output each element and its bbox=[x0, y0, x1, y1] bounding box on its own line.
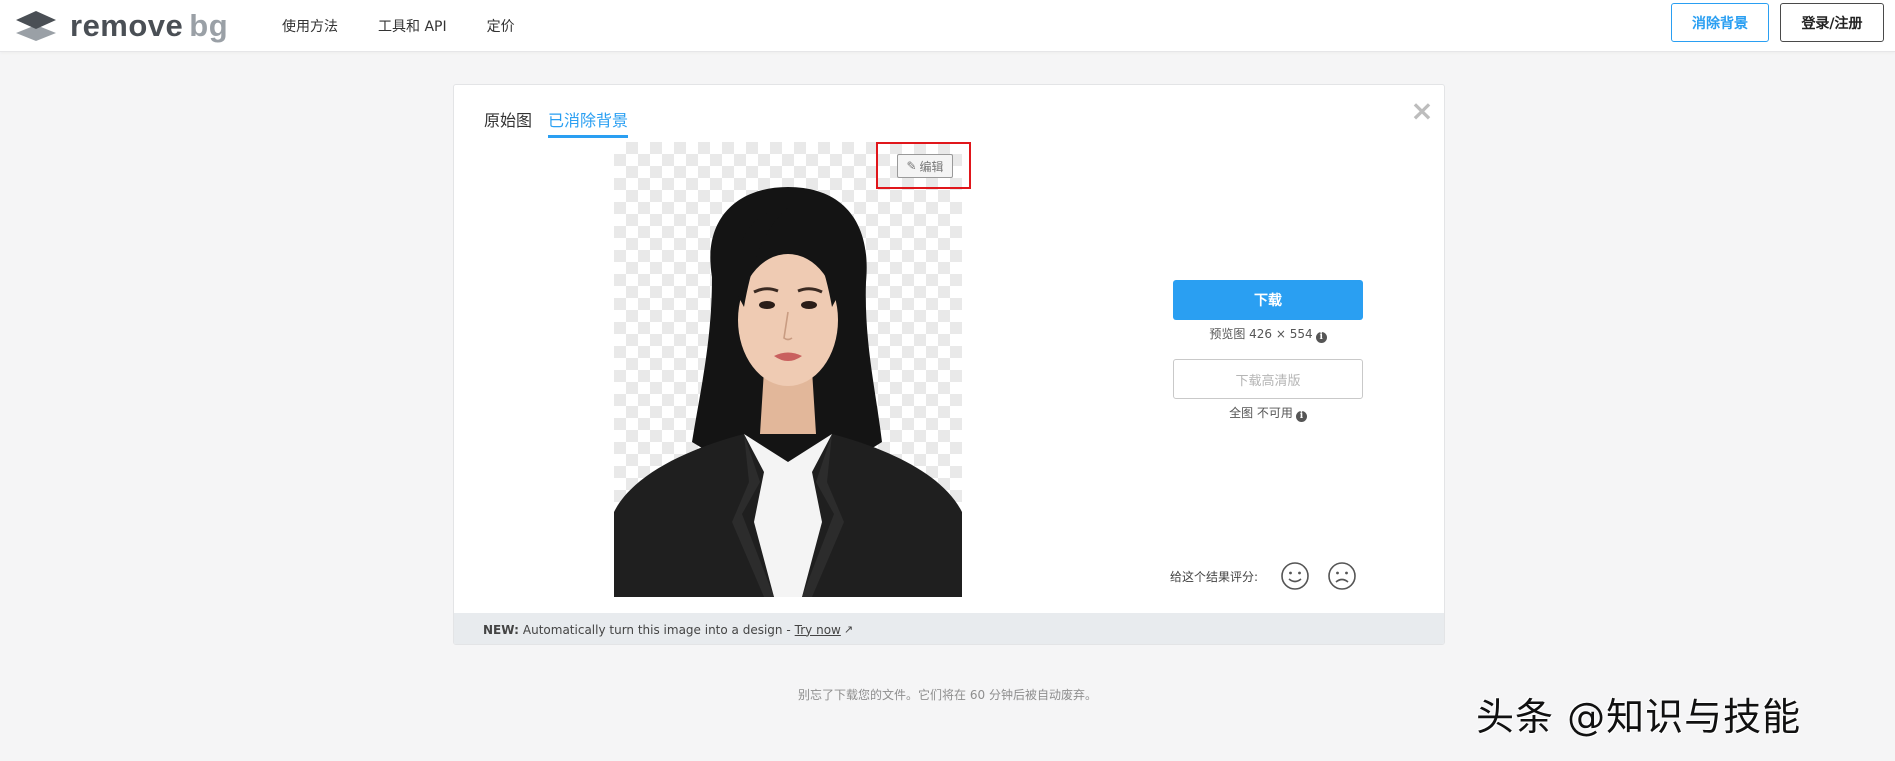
logo[interactable]: remove bg bbox=[14, 8, 228, 44]
design-promo-bar: NEW: Automatically turn this image into … bbox=[454, 613, 1444, 644]
top-header: remove bg 使用方法 工具和 API 定价 消除背景 登录/注册 bbox=[0, 0, 1895, 52]
rating-label: 给这个结果评分: bbox=[1170, 570, 1259, 584]
external-link-icon[interactable]: ↗ bbox=[844, 623, 853, 636]
logo-layers-icon bbox=[16, 11, 56, 41]
edit-button-label: 编辑 bbox=[919, 159, 944, 174]
logo-text: remove bg bbox=[70, 8, 229, 43]
promo-new-label: NEW: bbox=[483, 622, 519, 637]
portrait-image bbox=[614, 187, 962, 597]
promo-text: Automatically turn this image into a des… bbox=[522, 622, 791, 637]
remove-background-button[interactable]: 消除背景 bbox=[1671, 3, 1769, 42]
preview-size-note: 预览图 426 × 554 i bbox=[1173, 325, 1363, 343]
login-signup-button[interactable]: 登录/注册 bbox=[1780, 3, 1884, 42]
full-image-text: 全图 不可用 bbox=[1229, 406, 1293, 420]
try-now-link[interactable]: Try now bbox=[795, 623, 841, 637]
nav-how-to-use[interactable]: 使用方法 bbox=[282, 16, 338, 36]
watermark-text: 头条 @知识与技能 bbox=[1476, 695, 1802, 739]
full-image-note: 全图 不可用 i bbox=[1173, 404, 1363, 422]
preview-size-text: 预览图 426 × 554 bbox=[1209, 327, 1313, 341]
smiley-icon[interactable] bbox=[1280, 561, 1310, 591]
nav-pricing[interactable]: 定价 bbox=[487, 16, 515, 36]
edit-button[interactable]: ✎ 编辑 bbox=[897, 154, 953, 178]
result-image bbox=[614, 142, 962, 597]
tab-removed-background[interactable]: 已消除背景 bbox=[548, 107, 629, 138]
download-button[interactable]: 下载 bbox=[1173, 280, 1363, 320]
image-tabs: 原始图 已消除背景 bbox=[484, 107, 644, 138]
result-card: 原始图 已消除背景 × ✎ 编辑 下载 预览图 426 × 554 i 下载高清… bbox=[453, 84, 1445, 645]
download-hd-button[interactable]: 下载高清版 bbox=[1173, 359, 1363, 399]
frown-icon[interactable] bbox=[1327, 561, 1357, 591]
tab-original[interactable]: 原始图 bbox=[484, 107, 532, 138]
pencil-icon: ✎ bbox=[906, 159, 917, 173]
main-nav: 使用方法 工具和 API 定价 bbox=[282, 0, 555, 52]
info-icon[interactable]: i bbox=[1315, 332, 1327, 343]
close-icon[interactable]: × bbox=[1410, 97, 1434, 125]
nav-tools-api[interactable]: 工具和 API bbox=[378, 16, 447, 36]
info-icon[interactable]: i bbox=[1295, 411, 1307, 422]
